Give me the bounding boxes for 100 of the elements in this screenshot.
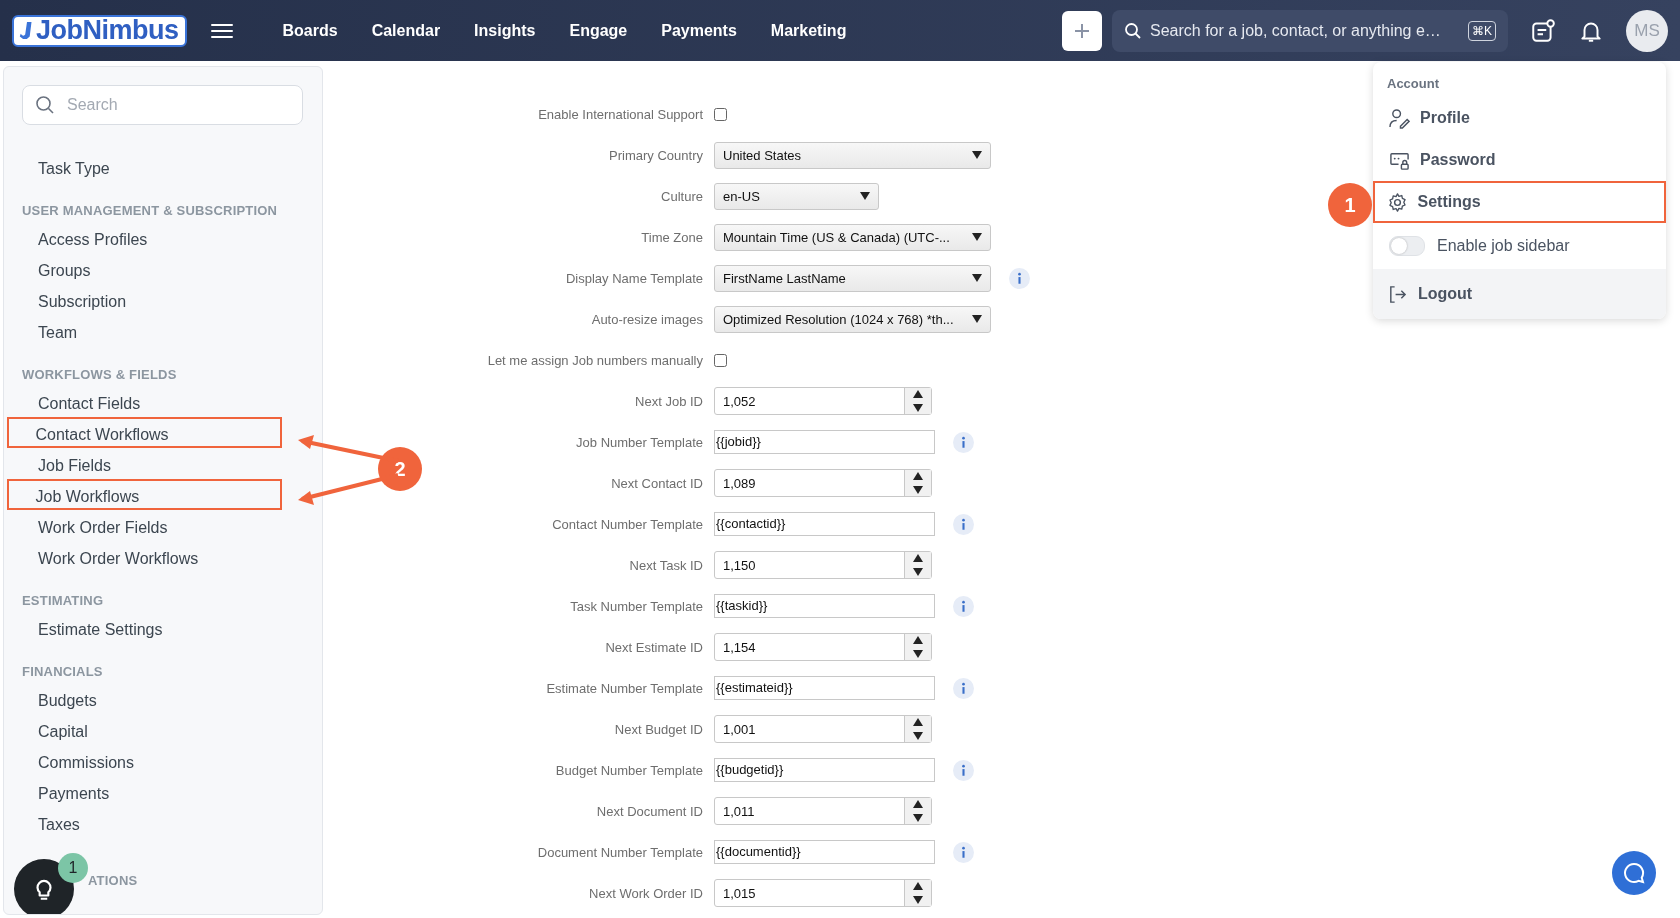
sidebar-item[interactable]: Contact Workflows [7,417,282,448]
logo[interactable]: JobNimbus [12,14,187,47]
caret-icon [972,274,982,282]
info-icon[interactable] [953,595,974,617]
caret-icon [860,192,870,200]
sidebar-item[interactable]: Work Order Workflows [7,541,282,572]
field-label: Next Task ID [629,557,703,573]
nav-link[interactable]: Engage [569,21,628,40]
field-label: Next Job ID [635,393,703,409]
checkbox[interactable] [714,107,727,121]
field-label: Primary Country [609,147,703,163]
checkbox[interactable] [714,353,727,367]
sidebar-item[interactable]: Work Order Fields [7,510,282,541]
sidebar-item[interactable]: Job Workflows [7,479,282,510]
sidebar-item[interactable]: Payments [7,776,282,807]
field-label: Contact Number Template [552,516,703,532]
spinner-arrows-icon[interactable] [913,472,923,494]
spinner-arrows-icon[interactable] [913,554,923,576]
sidebar-item[interactable]: Capital [7,714,282,745]
info-icon[interactable] [953,759,974,781]
info-icon[interactable] [1009,267,1030,289]
sidebar-item[interactable]: Estimate Settings [7,612,282,643]
sidebar-item[interactable]: Subscription [7,284,282,315]
number-field[interactable]: 1,154 [714,633,932,661]
chat-bubble-icon [1622,861,1646,885]
spinner-arrows-icon[interactable] [913,718,923,740]
field-label: Next Contact ID [611,475,703,491]
dropdown[interactable]: en-US [714,182,879,210]
spinner-arrows-icon[interactable] [913,390,923,412]
field-label: Time Zone [641,229,703,245]
text-field[interactable]: {{documentid}} [714,840,935,864]
number-field[interactable]: 1,001 [714,715,932,743]
field-label: Enable International Support [538,106,703,122]
person-pen-icon [1389,107,1410,129]
toggle-label: Enable job sidebar [1437,237,1570,255]
logo-text: JobNimbus [36,15,179,46]
caret-icon [972,233,982,241]
number-field[interactable]: 1,150 [714,551,932,579]
field-label: Culture [661,188,703,204]
info-icon[interactable] [953,431,974,453]
text-field[interactable]: {{jobid}} [714,430,935,454]
info-icon[interactable] [953,513,974,535]
step-badge: 1 [1328,183,1372,227]
section-heading: ATIONS [88,873,138,888]
sidebar-item[interactable]: Budgets [7,683,282,714]
section-heading: FINANCIALS [21,664,104,681]
menu-item[interactable]: Profile [1373,97,1666,139]
sidebar-item[interactable]: Team [7,315,282,346]
sidebar-item[interactable]: Commissions [7,745,282,776]
caret-icon [972,151,982,159]
search-field[interactable]: Search [22,85,303,125]
menu-icon[interactable] [210,22,233,39]
number-field[interactable]: 1,015 [714,879,932,907]
sidebar-item[interactable]: Groups [7,253,282,284]
dropdown[interactable]: Optimized Resolution (1024 x 768) *th... [714,305,991,333]
text-field[interactable]: {{contactid}} [714,512,935,536]
field-label: Auto-resize images [591,311,703,327]
number-field[interactable]: 1,052 [714,387,932,415]
text-field[interactable]: {{estimateid}} [714,676,935,700]
field-label: Task Number Template [570,598,703,614]
search-icon [1124,21,1142,40]
sidebar-item[interactable]: Task Type [7,151,282,182]
text-field[interactable]: {{budgetid}} [714,758,935,782]
field-label: Estimate Number Template [546,680,703,696]
text-field[interactable]: {{taskid}} [714,594,935,618]
dropdown[interactable]: Mountain Time (US & Canada) (UTC-... [714,223,991,251]
info-icon[interactable] [953,677,974,699]
info-icon[interactable] [953,841,974,863]
field-label: Budget Number Template [555,762,703,778]
section-heading: WORKFLOWS & FIELDS [21,367,178,384]
nav-link[interactable]: Marketing [770,21,847,40]
logout-item[interactable]: Logout [1373,269,1666,319]
nav-link[interactable]: Calendar [371,21,441,40]
notes-icon[interactable] [1530,17,1556,44]
dropdown[interactable]: FirstName LastName [714,264,991,292]
field-label: Next Estimate ID [605,639,703,655]
field-label: Document Number Template [537,844,703,860]
sidebar-item[interactable]: Access Profiles [7,222,282,253]
dropdown[interactable]: United States [714,141,991,169]
chat-button[interactable] [1612,851,1656,895]
number-field[interactable]: 1,011 [714,797,932,825]
add-button[interactable] [1062,10,1102,51]
nav-link[interactable]: Payments [661,21,737,40]
number-field[interactable]: 1,089 [714,469,932,497]
nav-link[interactable]: Boards [282,21,338,40]
menu-item[interactable]: Settings [1373,181,1666,223]
section-heading: ESTIMATING [21,593,105,610]
caret-icon [972,315,982,323]
toggle-switch[interactable] [1389,236,1425,256]
spinner-arrows-icon[interactable] [913,800,923,822]
sidebar-item[interactable]: Contact Fields [7,386,282,417]
nav-link[interactable]: Insights [474,21,536,40]
sidebar-item[interactable]: Job Fields [7,448,282,479]
field-label: Display Name Template [565,270,703,286]
spinner-arrows-icon[interactable] [913,636,923,658]
spinner-arrows-icon[interactable] [913,882,923,904]
menu-item[interactable]: Password [1373,139,1666,181]
sidebar-item[interactable]: Taxes [7,807,282,838]
field-label: Let me assign Job numbers manually [487,352,703,368]
settings-icon [1386,191,1408,213]
